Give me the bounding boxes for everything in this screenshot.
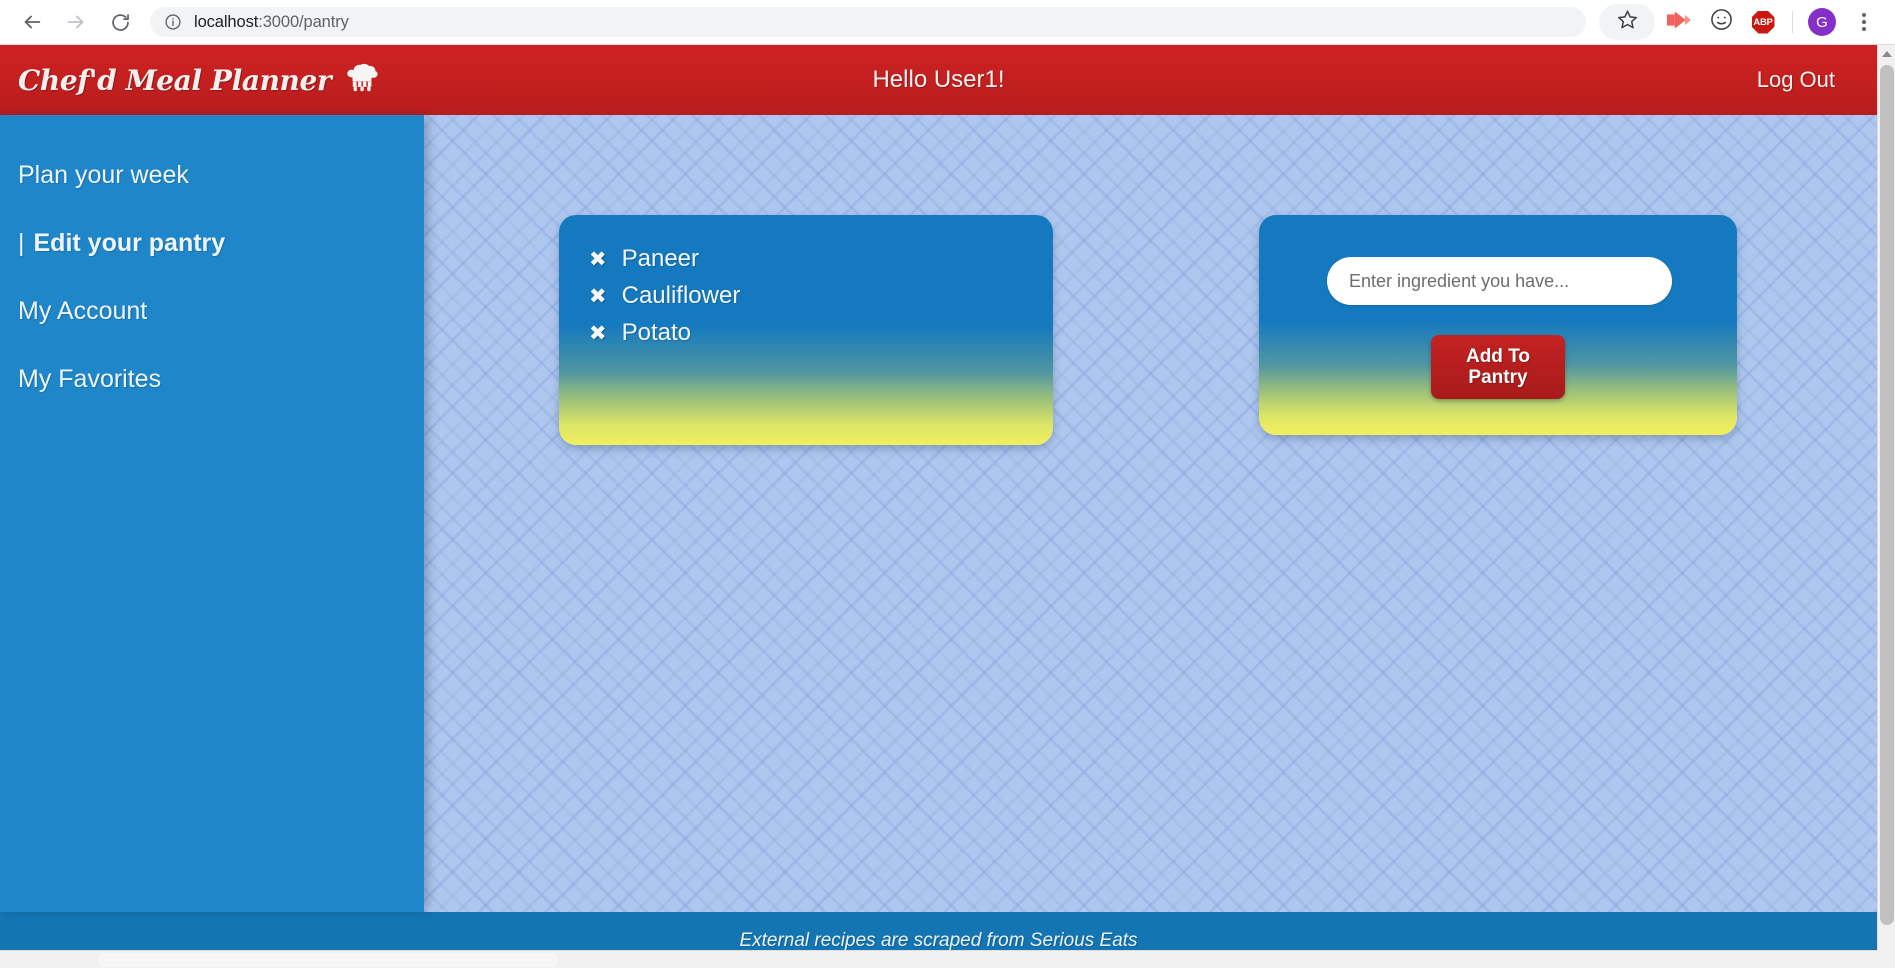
ingredient-name: Paneer: [621, 245, 699, 272]
sidebar-item-edit-your-pantry[interactable]: | Edit your pantry: [0, 229, 424, 258]
reload-icon: [110, 12, 131, 33]
page-body: Plan your week | Edit your pantry My Acco…: [0, 115, 1877, 950]
forward-button[interactable]: [58, 4, 94, 40]
pocket-play-extension-icon: [1667, 10, 1691, 35]
site-info-icon[interactable]: [164, 13, 182, 31]
active-marker-icon: |: [18, 229, 25, 257]
app-logo[interactable]: Chef'd Meal Planner: [18, 63, 379, 98]
address-bar[interactable]: localhost:3000/pantry: [150, 7, 1586, 37]
star-icon: [1617, 9, 1638, 35]
add-ingredient-card: Add To Pantry: [1259, 215, 1737, 435]
sidebar-item-my-favorites[interactable]: My Favorites: [0, 365, 424, 394]
remove-ingredient-icon[interactable]: ✖: [589, 248, 607, 270]
url-path: :3000/pantry: [258, 12, 349, 31]
remove-ingredient-icon[interactable]: ✖: [589, 285, 607, 307]
sidebar-nav: Plan your week | Edit your pantry My Acco…: [0, 115, 424, 912]
back-arrow-icon: [21, 11, 43, 33]
chevron-up-icon: [1882, 51, 1892, 57]
adblock-plus-icon: ABP: [1751, 10, 1775, 34]
vertical-scrollbar[interactable]: [1877, 45, 1895, 968]
sidebar-item-label: My Account: [18, 297, 148, 325]
horizontal-scrollbar[interactable]: [0, 950, 1877, 968]
horizontal-scrollbar-thumb[interactable]: [98, 953, 558, 967]
ingredient-name: Cauliflower: [621, 282, 741, 309]
toolbar-divider: [1792, 11, 1793, 33]
pantry-item: ✖ Potato: [589, 319, 1053, 347]
ingredient-name: Potato: [621, 319, 691, 346]
emoji-extension-icon: [1710, 8, 1733, 36]
avatar: G: [1808, 8, 1836, 36]
sidebar-item-label: Plan your week: [18, 161, 189, 189]
browser-toolbar: localhost:3000/pantry ABP G: [0, 0, 1895, 45]
sidebar-item-plan-your-week[interactable]: Plan your week: [0, 161, 424, 190]
browser-menu-button[interactable]: [1846, 4, 1882, 40]
bookmark-button[interactable]: [1599, 4, 1655, 40]
footer-text: External recipes are scraped from Seriou…: [739, 929, 1138, 951]
sidebar-item-label: Edit your pantry: [33, 229, 226, 257]
reload-button[interactable]: [102, 4, 138, 40]
browser-actions: ABP G: [1596, 4, 1885, 40]
extension-pocket-button[interactable]: [1661, 4, 1697, 40]
scrollbar-corner: [1877, 950, 1895, 968]
page-viewport: Chef'd Meal Planner Hello User1! Log Out: [0, 45, 1877, 950]
ingredient-input[interactable]: [1327, 257, 1672, 305]
scroll-up-button[interactable]: [1878, 45, 1895, 63]
vertical-scrollbar-thumb[interactable]: [1880, 65, 1894, 925]
app-logo-text: Chef'd Meal Planner: [18, 63, 332, 97]
three-dot-menu-icon: [1862, 13, 1866, 31]
sidebar-item-my-account[interactable]: My Account: [0, 297, 424, 326]
add-to-pantry-button[interactable]: Add To Pantry: [1431, 335, 1565, 399]
pantry-item: ✖ Paneer: [589, 245, 1053, 273]
main-content: ✖ Paneer ✖ Cauliflower ✖ Potato Add To P…: [424, 115, 1877, 912]
chef-hat-icon: [345, 63, 379, 98]
profile-button[interactable]: G: [1804, 4, 1840, 40]
app-header: Chef'd Meal Planner Hello User1! Log Out: [0, 45, 1877, 115]
add-button-line1: Add To: [1465, 345, 1530, 367]
url-host: localhost: [194, 12, 259, 31]
sidebar-item-label: My Favorites: [18, 365, 162, 393]
forward-arrow-icon: [65, 11, 87, 33]
page-footer: External recipes are scraped from Seriou…: [0, 912, 1877, 950]
pantry-item: ✖ Cauliflower: [589, 282, 1053, 310]
back-button[interactable]: [14, 4, 50, 40]
remove-ingredient-icon[interactable]: ✖: [589, 322, 607, 344]
pantry-list-card: ✖ Paneer ✖ Cauliflower ✖ Potato: [559, 215, 1053, 445]
url-text: localhost:3000/pantry: [194, 13, 349, 32]
extension-emoji-button[interactable]: [1703, 4, 1739, 40]
extension-adblock-button[interactable]: ABP: [1745, 4, 1781, 40]
greeting-label: Hello User1!: [872, 66, 1005, 93]
add-button-line2: Pantry: [1468, 367, 1528, 388]
logout-button[interactable]: Log Out: [1757, 67, 1835, 93]
